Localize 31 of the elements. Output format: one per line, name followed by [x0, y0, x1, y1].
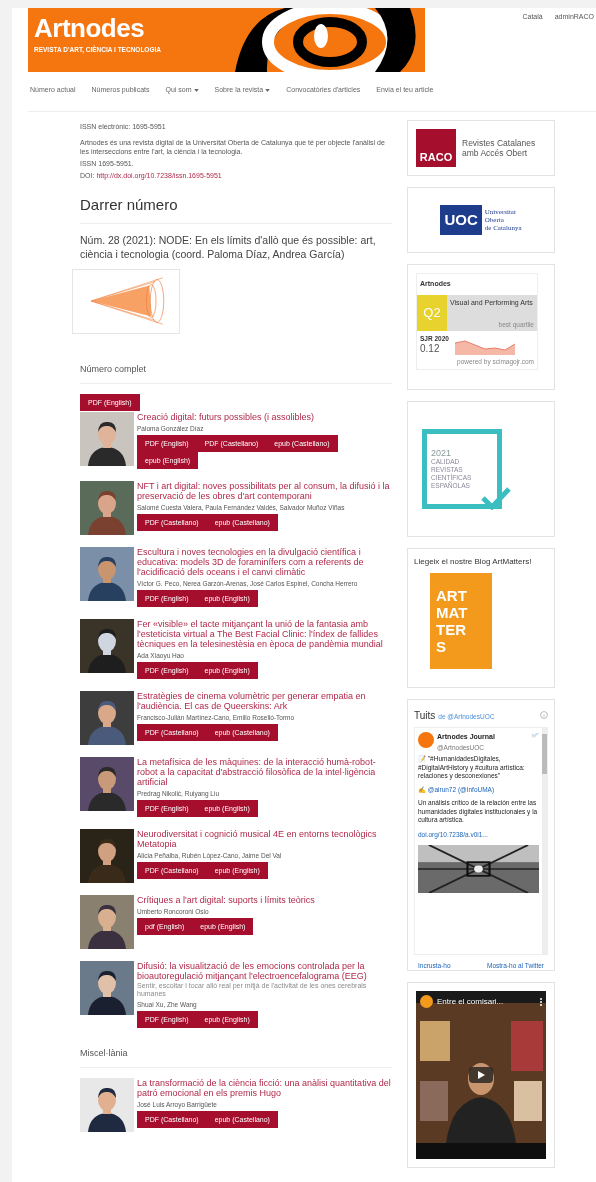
article-title-link[interactable]: La transformació de la ciència ficció: una anàlisi quantitativa del patró emocional en els premis Hugo: [137, 1078, 392, 1098]
sparkline-drawing: [454, 337, 515, 356]
section-heading: Darrer número: [80, 196, 392, 224]
tweets-title: Tuits: [414, 709, 436, 723]
article-title-link[interactable]: Neurodiversitat i cognició musical 4E en entorns tecnològics Metatopia: [137, 829, 392, 849]
article-title-link[interactable]: Difusió: la visualització de les emocions controlada per la bioautoregulació mitjançant l'electroencefalograma (EEG): [137, 961, 392, 981]
raco-text: amb Accés Obert: [462, 148, 529, 158]
article-title-link[interactable]: Crítiques a l'art digital: suports i límits teòrics: [137, 895, 392, 905]
issue-title: Núm. 28 (2021): NODE: En els límits d'allò que és possible: art, ciència i tecnologia (coord. Paloma Díaz, Andrea García): [80, 233, 377, 261]
article-title-link[interactable]: Fer «visible» el tacte mitjançant la unió de la fantasia amb l'esteticista virtual a The Best Facial Clinic: l'índex de fallides tècniques en la telesinestèsia en època de pandèmia mundial: [137, 619, 392, 649]
section-heading: Miscel·lània: [80, 1048, 392, 1068]
article-title-link[interactable]: La metafísica de les màquines: de la interacció humà-robot-robot a la capacitat d'abstracció filosòfica de la intel·ligència artificial: [137, 757, 392, 787]
seal-year: 2021: [431, 448, 453, 458]
article-title-link[interactable]: Escultura i noves tecnologies en la divulgació científica i educativa: models 3D de foraminífers com a referents de l'acidificació dels oceans i el canvi climàtic: [137, 547, 392, 577]
video-title: Entre el comisari...: [437, 995, 504, 1008]
raco-text: Revistes Catalanes: [462, 138, 536, 148]
section-heading: Número complet: [80, 364, 392, 384]
article-title-link[interactable]: Creació digital: futurs possibles (i assolibles): [137, 412, 392, 422]
play-button-icon[interactable]: [469, 1067, 493, 1083]
quartile-badge: Q2: [417, 294, 447, 331]
site-title: Artnodes: [34, 14, 146, 42]
artmatters-logo: ART MAT TER S: [430, 573, 492, 669]
bird-icon: [531, 732, 539, 739]
blog-heading: Llegeix el nostre Blog ArtMatters!: [414, 557, 533, 567]
avatar-icon: [418, 732, 434, 748]
sjr-value: 0.12: [420, 343, 441, 356]
raco-logo: RACO: [416, 129, 456, 167]
info-icon: [540, 711, 548, 719]
article-title-link[interactable]: Estratègies de cinema volumètric per generar empatia en l'audiència. El cas de Queerskins: Ark: [137, 691, 392, 711]
uoc-logo: UOC: [440, 205, 482, 235]
article-title-link[interactable]: NFT i art digital: noves possibilitats per al consum, la difusió i la preservació de les obres d'art contemporani: [137, 481, 392, 501]
